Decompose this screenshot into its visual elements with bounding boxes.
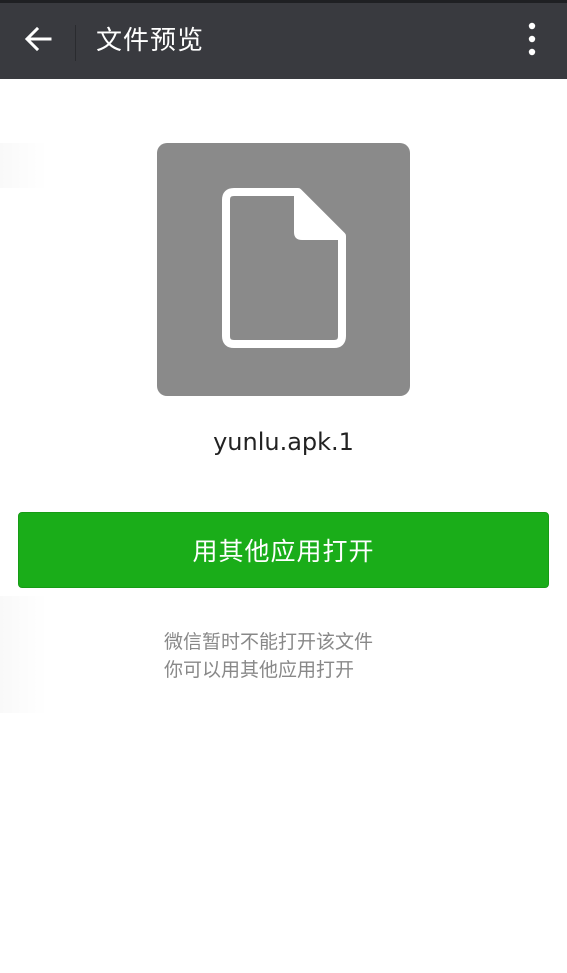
header-divider [75,25,76,61]
open-button-label: 用其他应用打开 [192,537,375,566]
open-with-other-app-button[interactable]: 用其他应用打开 [18,512,549,588]
edge-shadow-top [0,143,48,188]
back-button[interactable] [0,3,76,79]
file-name: yunlu.apk.1 [213,428,354,456]
edge-shadow-bottom [0,596,48,713]
more-vertical-icon [528,22,536,60]
top-app-bar: 文件预览 [0,0,567,79]
more-options-button[interactable] [497,3,567,79]
hint-line-2: 你可以用其他应用打开 [164,659,355,681]
arrow-left-icon [23,24,53,58]
file-thumbnail [157,143,410,396]
hint-line-1: 微信暂时不能打开该文件 [164,631,374,653]
document-icon [221,187,346,352]
page-title: 文件预览 [96,26,205,56]
unsupported-file-hint: 微信暂时不能打开该文件 你可以用其他应用打开 [164,628,373,684]
